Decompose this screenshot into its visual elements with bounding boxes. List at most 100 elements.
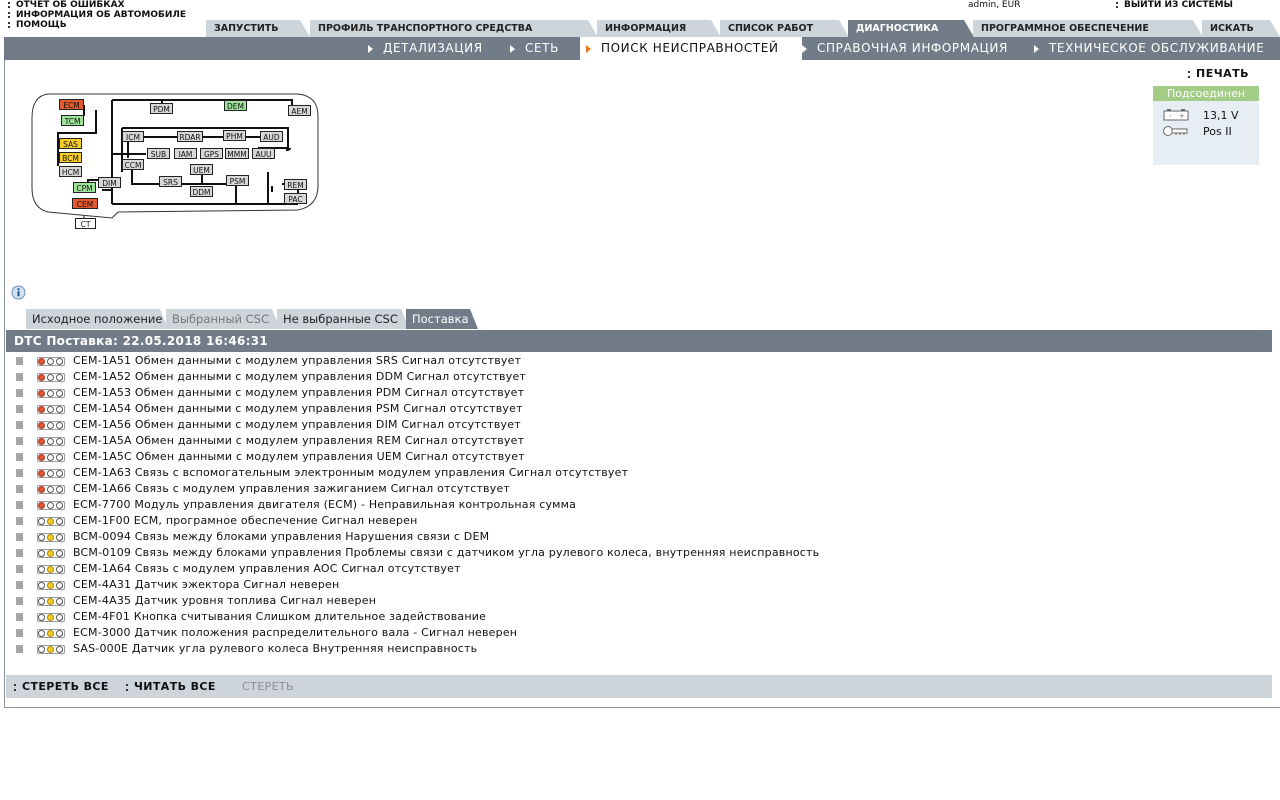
dtc-text: CEM-1A64 Связь с модулем управления AOC … [73, 562, 461, 575]
tab-search[interactable]: ИСКАТЬ [1202, 20, 1280, 37]
dtc-row[interactable]: CEM-1A63 Связь с вспомогательным электро… [0, 465, 1270, 481]
module-ecm[interactable]: ECM [59, 99, 84, 110]
dtc-row[interactable]: CEM-4A35 Датчик уровня топлива Сигнал не… [0, 593, 1270, 609]
subnav-reference[interactable]: СПРАВОЧНАЯ ИНФОРМАЦИЯ [802, 37, 1008, 60]
tab-vehicle-profile[interactable]: ПРОФИЛЬ ТРАНСПОРТНОГО СРЕДСТВА [310, 20, 598, 37]
tab-delivery-label: Поставка [412, 312, 469, 326]
dtc-row[interactable]: ECM-3000 Датчик положения распределитель… [0, 625, 1270, 641]
grip-icon[interactable] [16, 437, 23, 445]
module-rdar[interactable]: RDAR [177, 131, 203, 142]
subnav-troubleshooting[interactable]: ПОИСК НЕИСПРАВНОСТЕЙ [580, 37, 802, 60]
grip-icon[interactable] [16, 629, 23, 637]
logout-link[interactable]: ВЫЙТИ ИЗ СИСТЕМЫ [1116, 0, 1233, 10]
module-pac-label: PAC [288, 195, 303, 204]
error-report-link[interactable]: ОТЧЕТ ОБ ОШИБКАХ [8, 0, 186, 10]
module-pac[interactable]: PAC [284, 193, 307, 204]
tab-search-label: ИСКАТЬ [1210, 23, 1254, 34]
grip-icon[interactable] [16, 565, 23, 573]
dtc-row[interactable]: ECM-7700 Модуль управления двигателя (EC… [0, 497, 1270, 513]
severity-lights-icon [37, 613, 65, 622]
dtc-row[interactable]: CEM-1A52 Обмен данными с модулем управле… [0, 369, 1270, 385]
grip-icon[interactable] [16, 469, 23, 477]
grip-icon[interactable] [16, 581, 23, 589]
dtc-row[interactable]: CEM-1A53 Обмен данными с модулем управле… [0, 385, 1270, 401]
dtc-row[interactable]: CEM-1A5A Обмен данными с модулем управле… [0, 433, 1270, 449]
grip-icon[interactable] [16, 357, 23, 365]
module-auu[interactable]: AUU [252, 148, 275, 159]
grip-icon[interactable] [16, 597, 23, 605]
grip-icon[interactable] [16, 533, 23, 541]
module-aem[interactable]: AEM [288, 105, 311, 116]
grip-icon[interactable] [16, 421, 23, 429]
tab-delivery[interactable]: Поставка [406, 309, 478, 329]
subnav-network[interactable]: СЕТЬ [510, 37, 559, 60]
grip-icon[interactable] [16, 485, 23, 493]
grip-icon[interactable] [16, 501, 23, 509]
module-ddm-label: DDM [192, 188, 211, 197]
tab-software[interactable]: ПРОГРАММНОЕ ОБЕСПЕЧЕНИЕ [973, 20, 1203, 37]
module-mmm[interactable]: MMM [225, 148, 249, 159]
module-ct[interactable]: CT [75, 218, 96, 229]
module-iam[interactable]: IAM [174, 148, 197, 159]
tab-selected-csc[interactable]: Выбранный CSC [166, 309, 280, 329]
module-cpm[interactable]: CPM [73, 182, 96, 193]
module-sas[interactable]: SAS [59, 138, 82, 149]
module-psm[interactable]: PSM [226, 175, 249, 186]
module-rem[interactable]: REM [284, 179, 307, 190]
grip-icon[interactable] [16, 405, 23, 413]
dtc-text: BCM-0109 Связь между блоками управления … [73, 546, 820, 559]
module-dem[interactable]: DEM [224, 100, 247, 111]
vehicle-info-link[interactable]: ИНФОРМАЦИЯ ОБ АВТОМОБИЛЕ [8, 10, 186, 20]
grip-icon[interactable] [16, 373, 23, 381]
print-button[interactable]: ПЕЧАТЬ [1188, 67, 1249, 80]
grip-icon[interactable] [16, 613, 23, 621]
clear-all-button[interactable]: СТЕРЕТЬ ВСЕ [14, 675, 109, 698]
tab-work-list[interactable]: СПИСОК РАБОТ [720, 20, 849, 37]
module-cem[interactable]: CEM [72, 198, 98, 209]
dtc-row[interactable]: SAS-000E Датчик угла рулевого колеса Вну… [0, 641, 1270, 657]
dtc-row[interactable]: BCM-0109 Связь между блоками управления … [0, 545, 1270, 561]
read-all-button[interactable]: ЧИТАТЬ ВСЕ [126, 675, 216, 698]
module-sub[interactable]: SUB [147, 148, 170, 159]
dtc-row[interactable]: CEM-4A31 Датчик эжектора Сигнал неверен [0, 577, 1270, 593]
sub-nav: ДЕТАЛИЗАЦИЯ СЕТЬ ПОИСК НЕИСПРАВНОСТЕЙ СП… [4, 37, 1280, 60]
dtc-row[interactable]: CEM-1A66 Связь с модулем управления зажи… [0, 481, 1270, 497]
dtc-row[interactable]: BCM-0094 Связь между блоками управления … [0, 529, 1270, 545]
dtc-row[interactable]: CEM-1F00 ECM, програмное обеспечение Сиг… [0, 513, 1270, 529]
module-ccm[interactable]: CCM [122, 159, 144, 170]
subnav-maintenance[interactable]: ТЕХНИЧЕСКОЕ ОБСЛУЖИВАНИЕ [1034, 37, 1264, 60]
grip-icon[interactable] [16, 645, 23, 653]
grip-icon[interactable] [16, 389, 23, 397]
tab-start[interactable]: ЗАПУСТИТЬ [206, 20, 310, 37]
tab-diagnostics[interactable]: ДИАГНОСТИКА [848, 20, 974, 37]
grip-icon[interactable] [16, 517, 23, 525]
module-phm[interactable]: PHM [223, 130, 246, 141]
module-gps[interactable]: GPS [200, 148, 223, 159]
module-tcm[interactable]: TCM [61, 115, 84, 126]
dtc-row[interactable]: CEM-1A64 Связь с модулем управления AOC … [0, 561, 1270, 577]
subnav-detail[interactable]: ДЕТАЛИЗАЦИЯ [368, 37, 483, 60]
module-dim[interactable]: DIM [98, 177, 121, 188]
clear-button: СТЕРЕТЬ [242, 675, 294, 698]
module-pdm[interactable]: PDM [150, 103, 173, 114]
dtc-row[interactable]: CEM-1A54 Обмен данными с модулем управле… [0, 401, 1270, 417]
module-ddm[interactable]: DDM [190, 186, 213, 197]
dtc-row[interactable]: CEM-1A51 Обмен данными с модулем управле… [0, 353, 1270, 369]
tab-unselected-csc[interactable]: Не выбранные CSC [277, 309, 409, 329]
module-srs[interactable]: SRS [159, 176, 182, 187]
module-aud[interactable]: AUD [260, 131, 283, 142]
dtc-row[interactable]: CEM-1A5C Обмен данными с модулем управле… [0, 449, 1270, 465]
tab-information[interactable]: ИНФОРМАЦИЯ [597, 20, 721, 37]
module-uem[interactable]: UEM [190, 164, 213, 175]
module-hcm[interactable]: HCM [59, 166, 82, 177]
info-icon[interactable] [11, 285, 26, 300]
dtc-row[interactable]: CEM-1A56 Обмен данными с модулем управле… [0, 417, 1270, 433]
help-link[interactable]: ПОМОЩЬ [8, 20, 186, 30]
module-cem-label: CEM [76, 200, 94, 209]
grip-icon[interactable] [16, 453, 23, 461]
grip-icon[interactable] [16, 549, 23, 557]
module-bcm[interactable]: BCM [59, 152, 82, 163]
dtc-row[interactable]: CEM-4F01 Кнопка считывания Слишком длите… [0, 609, 1270, 625]
tab-initial-state[interactable]: Исходное положение [26, 309, 168, 329]
module-icm[interactable]: ICM [122, 131, 144, 142]
